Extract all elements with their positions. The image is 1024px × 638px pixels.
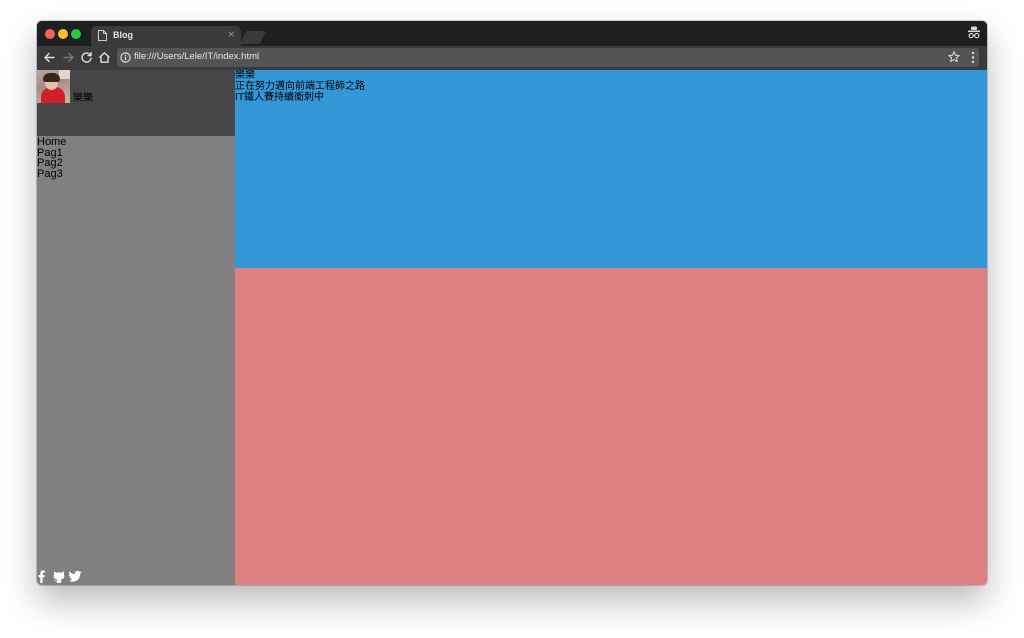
browser-window: Blog × file:///Users/Lele/IT/index.html … [37,21,987,585]
new-tab-button[interactable] [239,31,267,44]
profile-panel: 樂樂 [37,70,235,136]
sidebar: 樂樂 Home Pag1 Pag2 Pag3 [37,70,235,585]
github-icon[interactable] [53,570,65,583]
main-content [235,268,987,585]
nav-item-home[interactable]: Home [37,137,66,148]
page-header: 樂樂 正在努力邁向前端工程師之路 IT鐵人賽持續衝刺中 [235,70,987,268]
zoom-window-button[interactable] [71,29,81,39]
arrow-left-icon[interactable] [43,51,56,64]
header-name: 樂樂 [235,70,255,81]
nav-list: Home Pag1 Pag2 Pag3 [37,137,66,179]
header-tagline: 正在努力邁向前端工程師之路 [235,81,365,92]
browser-toolbar: file:///Users/Lele/IT/index.html [37,46,987,70]
tab-title: Blog [113,30,133,40]
close-window-button[interactable] [45,29,55,39]
tab-strip: Blog × [37,21,987,46]
incognito-icon[interactable] [968,26,980,39]
facebook-icon[interactable] [38,570,45,583]
info-icon[interactable] [120,52,131,63]
avatar [37,70,70,103]
document-icon [98,30,107,41]
star-icon[interactable] [948,51,960,63]
url-text[interactable]: file:///Users/Lele/IT/index.html [134,51,259,62]
page-viewport: 樂樂 Home Pag1 Pag2 Pag3 樂樂 正在努力邁向前端工程師之路 … [37,70,987,585]
tab-blog[interactable]: Blog × [91,26,241,46]
arrow-right-icon[interactable] [62,51,75,64]
nav-item-pag2[interactable]: Pag2 [37,158,66,169]
header-subtitle: IT鐵人賽持續衝刺中 [235,92,325,103]
profile-name: 樂樂 [73,93,93,104]
reload-icon[interactable] [80,51,93,64]
tab-close-icon[interactable]: × [227,29,235,41]
menu-icon[interactable] [971,51,975,64]
twitter-icon[interactable] [68,570,82,583]
nav-item-pag3[interactable]: Pag3 [37,168,66,180]
minimize-window-button[interactable] [58,29,68,39]
address-bar[interactable]: file:///Users/Lele/IT/index.html [117,48,979,67]
home-icon[interactable] [98,51,111,64]
